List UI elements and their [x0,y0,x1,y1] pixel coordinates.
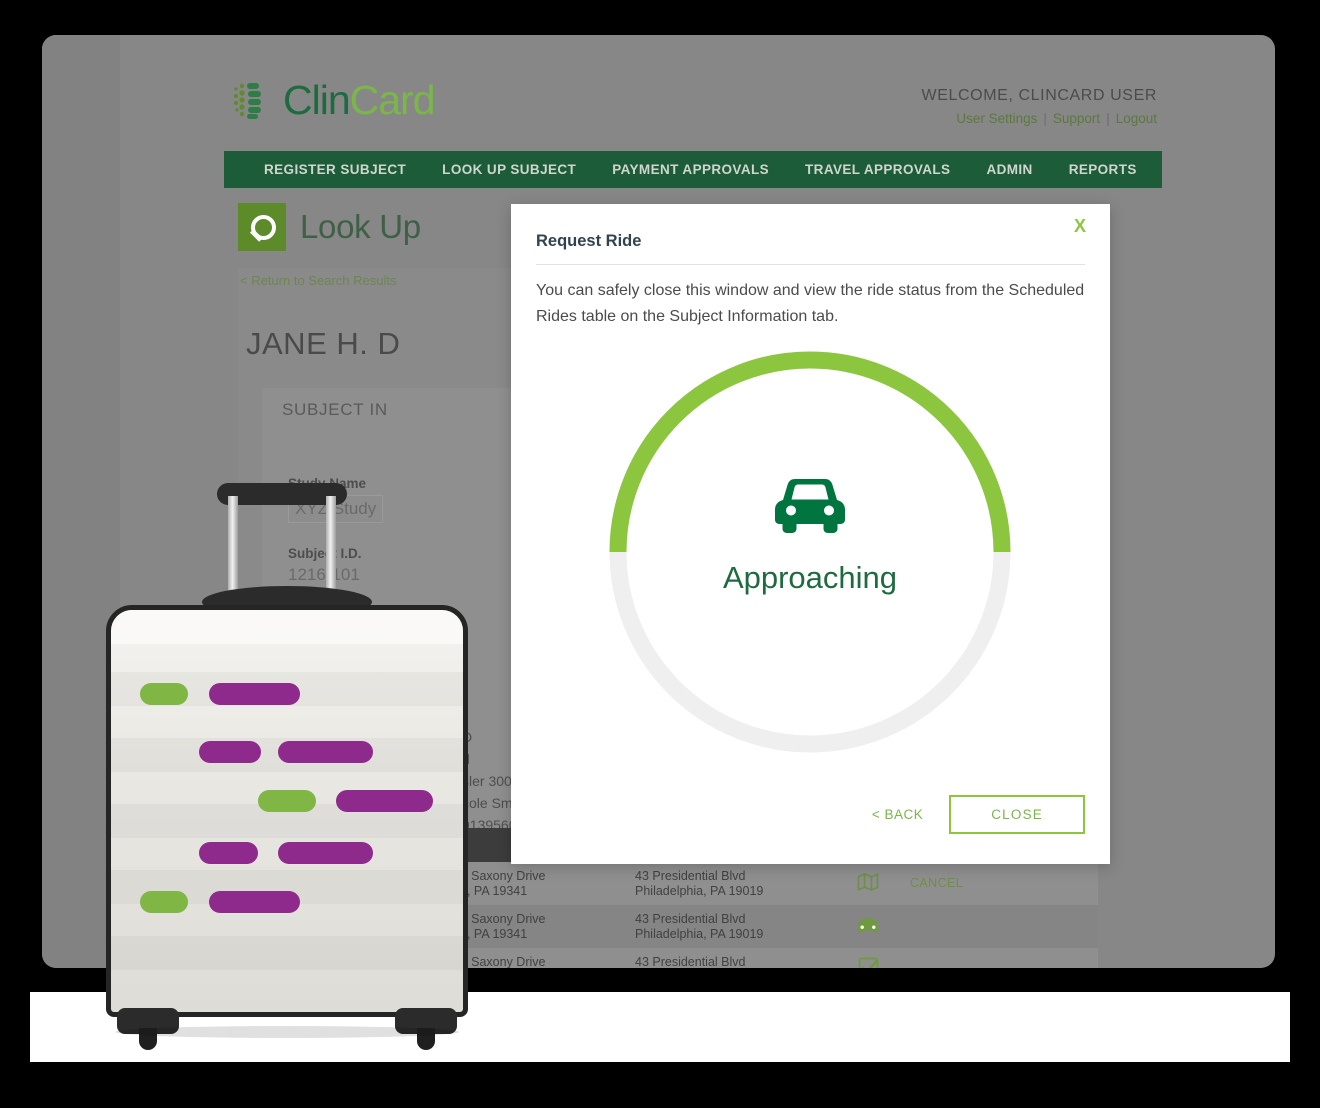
ride-progress-ring: Approaching [600,342,1020,762]
cancel-ride-link[interactable]: CANCEL [910,876,963,890]
cell-status[interactable] [838,872,898,896]
user-settings-link[interactable]: User Settings [956,111,1037,126]
return-to-search-results-link[interactable]: < Return to Search Results [240,273,396,288]
suitcase-tag-green [258,790,316,812]
main-navigation: REGISTER SUBJECT LOOK UP SUBJECT PAYMENT… [224,151,1162,188]
search-magnifier-icon [238,203,286,251]
modal-message: You can safely close this window and vie… [536,282,1085,325]
account-links: User Settings | Support | Logout [922,111,1157,126]
modal-title: Request Ride [536,232,642,250]
dropoff-line-2: Philadelphia, PA 19019 [635,883,764,898]
subject-name-heading: JANE H. D [246,326,401,361]
nav-item-reports[interactable]: REPORTS [1051,162,1155,177]
cell-dropoff-address: 43 Presidential Blvd Philadelphia, PA 19… [623,912,838,942]
map-icon[interactable] [857,872,879,896]
back-button[interactable]: < BACK [872,807,923,822]
dropoff-line-1: 43 Presidential Blvd [635,868,746,883]
suitcase-tag-purple [209,891,300,913]
suitcase-tag-purple [209,683,300,705]
close-button[interactable]: CLOSE [949,795,1085,834]
brand-word-card: Card [349,76,436,123]
dropoff-line-1: 43 Presidential Blvd [635,954,746,969]
suitcase-top-lip [111,610,463,644]
suitcase-tag-purple [278,842,373,864]
cell-status[interactable] [838,916,898,938]
dropoff-line-1: 43 Presidential Blvd [635,911,746,926]
brand-logo-group[interactable]: ClinCard [227,76,436,123]
dropoff-line-2: Philadelphia, PA 19019 [635,926,764,941]
suitcase-body [106,605,468,1017]
suitcase-tag-green [140,891,188,913]
welcome-text: WELCOME, CLINCARD USER [921,87,1157,104]
welcome-block: WELCOME, CLINCARD USER User Settings | Sup… [922,87,1157,126]
check-box-icon[interactable] [858,957,879,968]
page-title: Look Up [300,208,421,245]
logout-link[interactable]: Logout [1116,111,1157,126]
nav-item-register-subject[interactable]: REGISTER SUBJECT [246,162,424,177]
modal-divider [536,264,1085,265]
cell-status[interactable] [838,957,898,968]
link-separator-1: | [1043,111,1047,126]
subject-information-heading: SUBJECT IN [282,400,388,419]
suitcase-tag-green [140,683,188,705]
suitcase-shadow [115,1026,459,1038]
nav-item-payment-approvals[interactable]: PAYMENT APPROVALS [594,162,787,177]
car-icon[interactable] [856,916,880,938]
suitcase-stripe [111,936,463,970]
page-header-row: Look Up [238,203,421,251]
nav-item-travel-approvals[interactable]: TRAVEL APPROVALS [787,162,968,177]
suitcase-tag-purple [278,741,373,763]
suitcase-illustration [95,478,485,1078]
suitcase-tag-purple [199,842,258,864]
nav-item-admin[interactable]: ADMIN [968,162,1050,177]
brand-word-clin: Clin [283,76,351,123]
request-ride-modal: Request Ride X You can safely close this… [511,204,1110,864]
clincard-dots-logo-icon [227,77,273,123]
car-front-icon [771,470,849,547]
link-separator-2: | [1106,111,1110,126]
cell-dropoff-address: 43 Presidential Blvd Philadelphia, PA 19… [623,869,838,899]
suitcase-tag-purple [336,790,433,812]
brand-wordmark: ClinCard [283,76,436,123]
close-icon[interactable]: X [1074,216,1086,237]
nav-item-look-up-subject[interactable]: LOOK UP SUBJECT [424,162,594,177]
ride-status-label: Approaching [722,560,898,595]
modal-actions: < BACK CLOSE [872,795,1085,834]
support-link[interactable]: Support [1053,111,1100,126]
suitcase-tag-purple [199,741,261,763]
cell-action[interactable]: CANCEL [898,876,1018,891]
cell-dropoff-address: 43 Presidential Blvd Philadelphia, PA 19… [623,955,838,969]
